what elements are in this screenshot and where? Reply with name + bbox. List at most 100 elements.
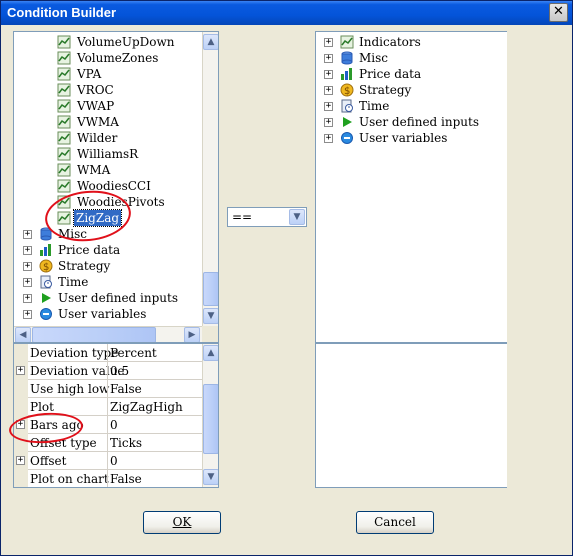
property-row[interactable]: Plot ZigZagHigh <box>14 398 202 416</box>
tree-category-label: Misc <box>58 227 88 241</box>
property-row[interactable]: Plot on chart False <box>14 470 202 487</box>
left-tree-horizontal-scrollbar[interactable]: ◀ ▶ <box>14 326 202 342</box>
expand-plus-icon[interactable]: + <box>23 230 32 239</box>
cancel-button-label: Cancel <box>374 515 416 529</box>
play-arrow-icon <box>42 293 51 303</box>
property-gutter <box>14 470 28 487</box>
ok-button[interactable]: OK <box>143 511 221 534</box>
expand-plus-icon[interactable]: + <box>23 246 32 255</box>
tree-category-label: Indicators <box>359 35 421 49</box>
indicator-chart-icon <box>57 115 71 129</box>
property-name: Deviation type <box>30 346 119 360</box>
indicator-chart-icon <box>57 179 71 193</box>
tree-item-label: VWAP <box>77 99 115 113</box>
properties-vertical-scrollbar[interactable]: ▲ ▼ <box>202 344 218 487</box>
left-tree-vertical-scrollbar[interactable]: ▲ ▼ <box>202 32 218 326</box>
tree-category-label: User defined inputs <box>359 115 479 129</box>
right-condition-tree[interactable]: + Indicators + Misc + Price data + $ Strategy + Ti… <box>315 31 507 343</box>
property-value[interactable]: 0.5 <box>110 364 129 378</box>
scroll-corner <box>202 326 218 342</box>
tree-item-label: VolumeUpDown <box>77 35 175 49</box>
property-value[interactable]: False <box>110 472 142 486</box>
title-bar[interactable]: Condition Builder ✕ <box>1 1 572 25</box>
time-document-icon <box>40 275 52 289</box>
expand-plus-icon[interactable]: + <box>23 278 32 287</box>
tree-category-label: Price data <box>359 67 422 81</box>
property-name: Plot on chart <box>30 472 109 486</box>
operator-value: == <box>232 210 253 224</box>
property-name: Plot <box>30 400 54 414</box>
property-gutter <box>14 380 28 398</box>
expand-plus-icon[interactable]: + <box>324 70 333 79</box>
property-value[interactable]: 0 <box>110 454 118 468</box>
chevron-down-icon[interactable]: ▼ <box>289 209 305 225</box>
expand-plus-icon[interactable]: + <box>324 102 333 111</box>
scroll-left-icon[interactable]: ◀ <box>15 327 31 342</box>
properties-grid[interactable]: Deviation type Percent + Deviation value 0.5… <box>13 343 219 488</box>
property-name: Bars ago <box>30 418 84 432</box>
scrollbar-thumb[interactable] <box>203 384 218 454</box>
tree-item-label: VolumeZones <box>77 51 159 65</box>
strategy-coin-icon: $ <box>39 259 53 273</box>
property-divider <box>107 470 108 487</box>
property-value[interactable]: False <box>110 382 142 396</box>
scroll-up-icon[interactable]: ▲ <box>203 34 218 50</box>
property-divider <box>107 434 108 452</box>
tree-item-label: ZigZag <box>72 209 123 227</box>
svg-text:$: $ <box>344 86 350 97</box>
right-properties-grid[interactable] <box>315 343 507 488</box>
tree-category-label: Price data <box>58 243 121 257</box>
property-name: Offset <box>30 454 67 468</box>
tree-category-label: Time <box>359 99 390 113</box>
expand-plus-icon[interactable]: + <box>16 366 25 375</box>
expand-plus-icon[interactable]: + <box>324 54 333 63</box>
expand-plus-icon[interactable]: + <box>23 262 32 271</box>
tree-item-label: Wilder <box>77 131 118 145</box>
indicator-chart-icon <box>57 99 71 113</box>
condition-builder-window: Condition Builder ✕ VolumeUpDown VolumeZo… <box>0 0 573 556</box>
globe-dot-icon <box>40 308 52 320</box>
scroll-down-icon[interactable]: ▼ <box>203 469 218 485</box>
property-divider <box>107 380 108 398</box>
operator-select[interactable]: == ▼ <box>227 207 307 227</box>
left-indicator-tree[interactable]: VolumeUpDown VolumeZones VPA VROC VWAP VWMA Wi… <box>13 31 219 343</box>
expand-plus-icon[interactable]: + <box>324 86 333 95</box>
property-row[interactable]: + Bars ago 0 <box>14 416 202 434</box>
expand-plus-icon[interactable]: + <box>16 456 25 465</box>
property-row[interactable]: + Offset 0 <box>14 452 202 470</box>
property-row[interactable]: Deviation type Percent <box>14 344 202 362</box>
expand-plus-icon[interactable]: + <box>23 310 32 319</box>
property-divider <box>107 398 108 416</box>
property-gutter <box>14 398 28 416</box>
tree-item-label: WoodiesPivots <box>77 195 165 209</box>
window-title: Condition Builder <box>7 5 117 20</box>
property-row[interactable]: + Deviation value 0.5 <box>14 362 202 380</box>
property-value[interactable]: Percent <box>110 346 157 360</box>
horizontal-scrollbar-thumb[interactable] <box>32 327 156 342</box>
property-value[interactable]: Ticks <box>110 436 142 450</box>
property-gutter <box>14 344 28 362</box>
expand-plus-icon[interactable]: + <box>324 118 333 127</box>
property-row[interactable]: Use high low False <box>14 380 202 398</box>
scrollbar-thumb[interactable] <box>203 272 218 306</box>
indicator-chart-icon <box>340 35 354 49</box>
expand-plus-icon[interactable]: + <box>23 294 32 303</box>
tree-item-label: VWMA <box>77 115 119 129</box>
indicator-chart-icon <box>57 35 71 49</box>
tree-item-label: VPA <box>77 67 102 81</box>
property-row[interactable]: Offset type Ticks <box>14 434 202 452</box>
tree-item-label: WilliamsR <box>77 147 139 161</box>
expand-plus-icon[interactable]: + <box>324 134 333 143</box>
property-divider <box>107 344 108 362</box>
property-value[interactable]: 0 <box>110 418 118 432</box>
tree-category-label: User variables <box>359 131 448 145</box>
indicator-chart-icon <box>57 147 71 161</box>
scroll-right-icon[interactable]: ▶ <box>184 327 200 342</box>
property-value[interactable]: ZigZagHigh <box>110 400 183 414</box>
expand-plus-icon[interactable]: + <box>16 420 25 429</box>
cancel-button[interactable]: Cancel <box>356 511 434 534</box>
scroll-up-icon[interactable]: ▲ <box>203 345 218 361</box>
scroll-down-icon[interactable]: ▼ <box>203 308 218 324</box>
expand-plus-icon[interactable]: + <box>324 38 333 47</box>
close-icon[interactable]: ✕ <box>549 3 568 22</box>
